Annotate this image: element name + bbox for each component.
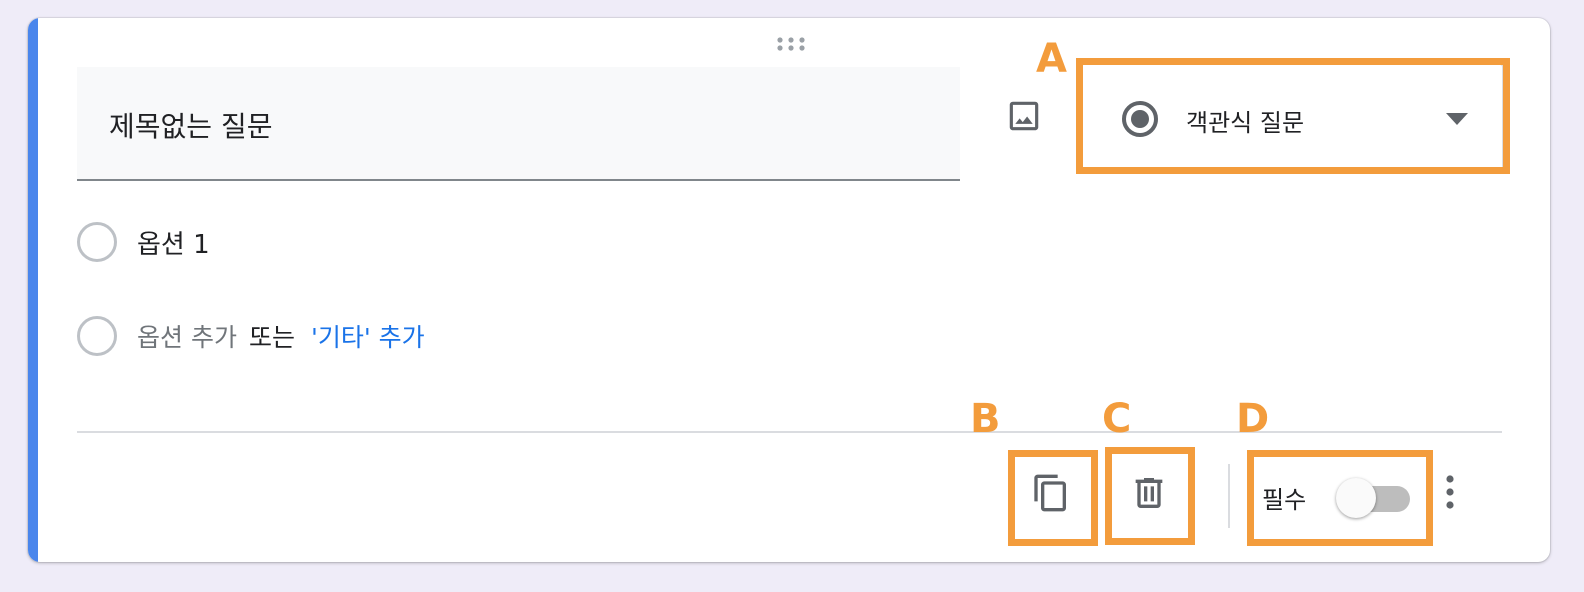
add-other-button[interactable]: '기타' 추가	[311, 318, 425, 354]
or-label: 또는	[248, 323, 295, 352]
add-image-button[interactable]	[1002, 94, 1046, 138]
image-icon	[1009, 101, 1039, 131]
footer-separator	[1228, 464, 1230, 528]
question-type-dropdown[interactable]: 객관식 질문	[1080, 63, 1504, 171]
question-title-text: 제목없는 질문	[109, 110, 273, 143]
duplicate-button[interactable]	[1026, 468, 1076, 518]
option-radio	[77, 316, 117, 356]
copy-icon	[1034, 474, 1066, 512]
annotation-letter-a: A	[1036, 36, 1067, 82]
annotation-letter-b: B	[970, 396, 1001, 442]
question-card: 제목없는 질문 객관식 질문 옵션 1 옵션 추가 또는 '기타' 추가 필수	[28, 18, 1550, 562]
required-label: 필수	[1262, 486, 1307, 514]
option-row[interactable]: 옵션 1	[77, 222, 210, 262]
trash-icon	[1135, 478, 1163, 508]
more-vertical-icon	[1446, 475, 1454, 509]
option-radio	[77, 222, 117, 262]
more-options-button[interactable]	[1438, 470, 1462, 514]
chevron-down-icon	[1446, 113, 1468, 125]
delete-button[interactable]	[1124, 468, 1174, 518]
add-option-row: 옵션 추가 또는 '기타' 추가	[77, 316, 425, 356]
active-question-indicator	[28, 18, 38, 562]
question-title-input[interactable]: 제목없는 질문	[77, 67, 960, 181]
add-option-button[interactable]: 옵션 추가	[137, 318, 237, 354]
required-toggle[interactable]	[1336, 478, 1410, 518]
question-type-label: 객관식 질문	[1186, 109, 1305, 137]
radio-button-icon	[1122, 101, 1158, 137]
footer-divider	[77, 431, 1502, 433]
option-label[interactable]: 옵션 1	[137, 224, 210, 261]
annotation-letter-d: D	[1236, 396, 1270, 442]
toggle-knob	[1336, 478, 1376, 518]
drag-handle-icon[interactable]	[776, 36, 806, 52]
annotation-letter-c: C	[1102, 396, 1132, 442]
